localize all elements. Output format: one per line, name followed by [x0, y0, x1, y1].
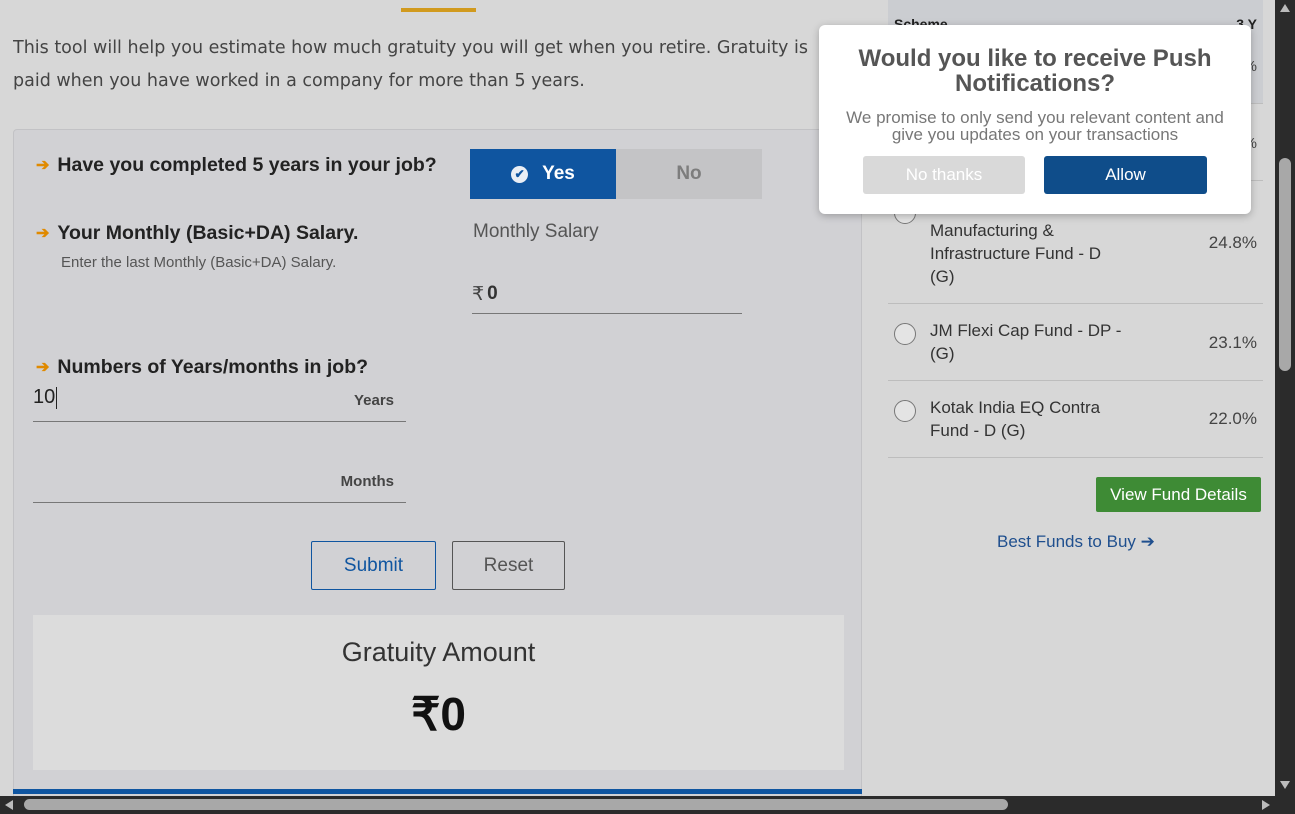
arrow-right-icon: ➔	[1140, 532, 1155, 551]
years-value: 10	[33, 386, 58, 409]
fund-return: 23.1%	[1208, 333, 1257, 352]
fund-name: Kotak India EQ Contra Fund - D (G)	[930, 398, 1101, 440]
scroll-down-icon[interactable]	[1280, 781, 1290, 789]
arrow-right-icon: ➔	[36, 359, 50, 376]
months-unit-label: Months	[340, 473, 394, 490]
allow-button[interactable]: Allow	[1044, 156, 1207, 194]
row-divider	[888, 457, 1263, 458]
fund-name: JM Flexi Cap Fund - DP - (G)	[930, 321, 1122, 363]
salary-hint: Enter the last Monthly (Basic+DA) Salary…	[61, 254, 337, 271]
question-years: ➔ Numbers of Years/months in job?	[36, 356, 368, 379]
scroll-left-icon[interactable]	[5, 800, 13, 810]
vertical-scroll-thumb[interactable]	[1279, 158, 1291, 371]
fund-row[interactable]: Kotak India EQ Contra Fund - D (G) 22.0%	[888, 380, 1263, 457]
fund-name: Manufacturing & Infrastructure Fund - D …	[930, 221, 1102, 286]
view-fund-details-button[interactable]: View Fund Details	[1096, 477, 1261, 512]
push-notification-dialog: Would you like to receive Push Notificat…	[819, 25, 1251, 214]
monthly-salary-input[interactable]: ₹0	[472, 275, 742, 314]
arrow-right-icon: ➔	[36, 225, 50, 242]
check-circle-icon: ✔	[511, 165, 529, 183]
yes-label: Yes	[542, 163, 575, 184]
years-input[interactable]: 10 Years	[33, 380, 406, 422]
horizontal-scrollbar[interactable]	[0, 796, 1295, 814]
years-unit-label: Years	[353, 392, 394, 409]
rupee-icon: ₹	[472, 283, 485, 305]
scroll-right-icon[interactable]	[1262, 800, 1270, 810]
fund-radio[interactable]	[894, 400, 916, 422]
submit-button[interactable]: Submit	[311, 541, 436, 590]
intro-text: This tool will help you estimate how muc…	[13, 38, 808, 91]
gratuity-amount-value: ₹0	[411, 688, 466, 740]
fund-radio[interactable]	[894, 323, 916, 345]
question-5-years: ➔ Have you completed 5 years in your job?	[36, 154, 437, 177]
scroll-up-icon[interactable]	[1280, 4, 1290, 12]
salary-value: 0	[487, 283, 498, 304]
fund-row[interactable]: JM Flexi Cap Fund - DP - (G) 23.1%	[888, 303, 1263, 380]
dialog-message: We promise to only send you relevant con…	[846, 108, 1224, 144]
arrow-right-icon: ➔	[36, 157, 50, 174]
no-toggle-button[interactable]: No	[616, 149, 762, 199]
monthly-salary-label: Monthly Salary	[473, 221, 599, 242]
vertical-scrollbar[interactable]	[1275, 0, 1295, 796]
reset-button[interactable]: Reset	[452, 541, 565, 590]
best-funds-label: Best Funds to Buy	[997, 532, 1136, 551]
yes-toggle-button[interactable]: ✔ Yes	[470, 149, 616, 199]
calculator-bottom-bar	[13, 789, 862, 794]
gratuity-amount-label: Gratuity Amount	[341, 637, 536, 667]
no-thanks-button[interactable]: No thanks	[863, 156, 1025, 194]
best-funds-link[interactable]: Best Funds to Buy ➔	[997, 532, 1155, 552]
text-cursor	[56, 386, 58, 409]
active-tab-indicator	[401, 8, 476, 12]
fund-return: 22.0%	[1208, 409, 1257, 428]
horizontal-scroll-thumb[interactable]	[24, 799, 1008, 810]
dialog-title: Would you like to receive Push Notificat…	[858, 45, 1212, 97]
question-label: Numbers of Years/months in job?	[57, 356, 369, 378]
question-salary: ➔ Your Monthly (Basic+DA) Salary.	[36, 222, 358, 245]
fund-return: 24.8%	[1208, 233, 1257, 252]
result-panel: Gratuity Amount ₹0	[33, 615, 844, 770]
gratuity-calculator: ➔ Have you completed 5 years in your job?…	[13, 129, 862, 799]
months-input[interactable]: Months	[33, 462, 406, 503]
question-label: Have you completed 5 years in your job?	[57, 154, 437, 176]
question-label: Your Monthly (Basic+DA) Salary.	[57, 222, 359, 244]
